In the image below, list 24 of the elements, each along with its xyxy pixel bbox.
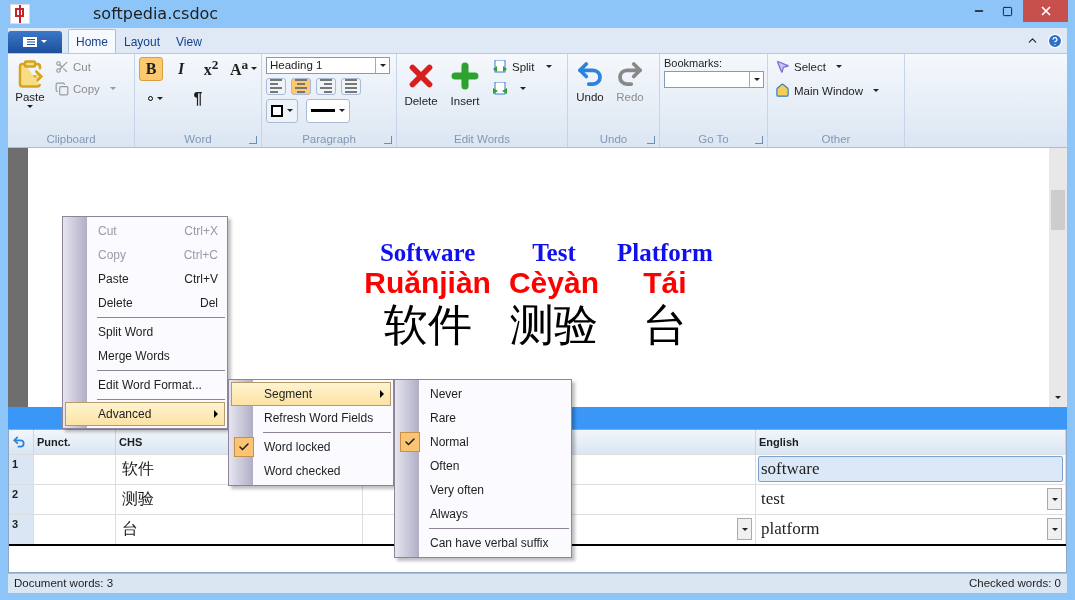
pinyin-word: Ruǎnjiàn <box>364 266 491 299</box>
window-title: softpedia.csdoc <box>93 4 220 24</box>
chinese-word: 软件 <box>383 299 472 351</box>
chinese-word: 台 <box>642 298 687 351</box>
group-label: Undo <box>599 132 628 145</box>
pinyin-word: Cèyàn <box>508 266 599 299</box>
english-word: Platform <box>616 237 713 267</box>
status-text: Document words: 3 <box>14 577 114 590</box>
group-label: Word <box>184 132 212 145</box>
group-label: Clipboard <box>46 132 96 145</box>
pinyin-word: Tái <box>643 266 687 299</box>
bookmarks-label: Bookmarks: <box>664 56 724 69</box>
row-number: 2 <box>9 484 34 514</box>
status-text: Checked words: 0 <box>968 577 1061 590</box>
group-label: Other <box>821 132 851 145</box>
row-number: 3 <box>9 514 34 544</box>
group-label: Edit Words <box>454 132 510 145</box>
group-label: Paragraph <box>302 132 356 145</box>
row-number: 1 <box>9 454 34 484</box>
chinese-word: 测验 <box>509 299 598 351</box>
group-label: Go To <box>698 132 729 145</box>
english-word: Software <box>379 237 476 267</box>
chinese-cell: 台 <box>116 514 363 544</box>
english-word: Test <box>532 237 576 267</box>
